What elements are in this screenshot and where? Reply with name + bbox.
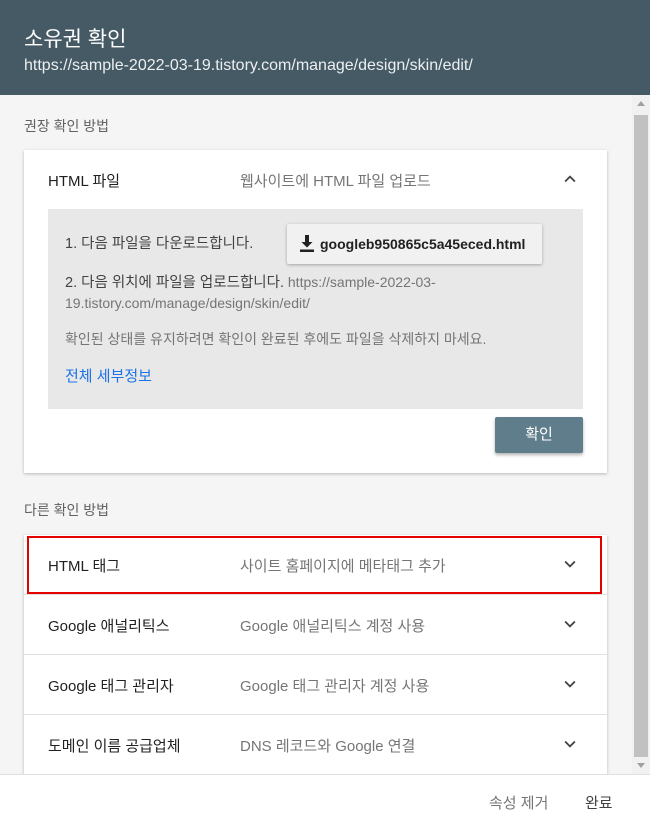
method-description: 웹사이트에 HTML 파일 업로드 — [240, 173, 431, 190]
recommended-section-label: 권장 확인 방법 — [24, 118, 110, 134]
method-row-domain-provider[interactable]: 도메인 이름 공급업체 DNS 레코드와 Google 연결 — [24, 715, 607, 774]
scroll-up-arrow-icon[interactable] — [637, 101, 645, 106]
method-row-google-analytics[interactable]: Google 애널리틱스 Google 애널리틱스 계정 사용 — [24, 595, 607, 655]
method-description: Google 태그 관리자 계정 사용 — [240, 678, 430, 695]
ownership-dialog: 소유권 확인 https://sample-2022-03-19.tistory… — [0, 0, 650, 829]
dialog-header: 소유권 확인 https://sample-2022-03-19.tistory… — [0, 0, 650, 95]
method-name: Google 태그 관리자 — [48, 678, 174, 695]
confirm-button[interactable]: 확인 — [495, 417, 583, 453]
method-description: DNS 레코드와 Google 연결 — [240, 738, 416, 755]
done-button[interactable]: 완료 — [585, 792, 613, 813]
html-tag-highlight-box — [27, 536, 602, 594]
chevron-down-icon[interactable] — [559, 733, 581, 755]
dialog-footer: 속성 제거 완료 — [0, 774, 650, 829]
dialog-body[interactable]: 권장 확인 방법 HTML 파일 웹사이트에 HTML 파일 업로드 1. 다음… — [0, 95, 632, 774]
vertical-scrollbar[interactable] — [632, 95, 650, 774]
step-2-url-line-2: 19.tistory.com/manage/design/skin/edit/ — [65, 295, 310, 311]
recommended-method-card: HTML 파일 웹사이트에 HTML 파일 업로드 1. 다음 파일을 다운로드… — [24, 150, 607, 473]
step-2-url-line-1: https://sample-2022-03- — [287, 274, 436, 290]
dialog-title: 소유권 확인 — [24, 28, 127, 51]
html-file-instructions: 1. 다음 파일을 다운로드합니다. googleb950865c5a45ece… — [48, 209, 583, 409]
method-name: HTML 파일 — [48, 173, 121, 190]
other-section-label: 다른 확인 방법 — [24, 502, 110, 518]
html-file-method-header[interactable]: HTML 파일 웹사이트에 HTML 파일 업로드 — [24, 150, 607, 210]
download-file-label: googleb950865c5a45eced.html — [320, 236, 526, 252]
method-row-google-tag-manager[interactable]: Google 태그 관리자 Google 태그 관리자 계정 사용 — [24, 655, 607, 715]
method-description: Google 애널리틱스 계정 사용 — [240, 618, 426, 635]
keep-file-note: 확인된 상태를 유지하려면 확인이 완료된 후에도 파일을 삭제하지 마세요. — [65, 331, 487, 347]
chevron-down-icon[interactable] — [559, 673, 581, 695]
property-url: https://sample-2022-03-19.tistory.com/ma… — [24, 57, 473, 74]
step-2-label: 2. 다음 위치에 파일을 업로드합니다. — [65, 275, 284, 291]
method-name: 도메인 이름 공급업체 — [48, 738, 181, 755]
full-details-link[interactable]: 전체 세부정보 — [65, 365, 152, 386]
download-file-button[interactable]: googleb950865c5a45eced.html — [287, 224, 542, 264]
chevron-down-icon[interactable] — [559, 613, 581, 635]
chevron-up-icon[interactable] — [559, 168, 581, 190]
step-2-text: 2. 다음 위치에 파일을 업로드합니다. https://sample-202… — [65, 272, 436, 313]
scroll-down-arrow-icon[interactable] — [637, 763, 645, 768]
step-1-text: 1. 다음 파일을 다운로드합니다. — [65, 236, 254, 252]
method-name: Google 애널리틱스 — [48, 618, 170, 635]
download-icon — [300, 235, 314, 252]
scrollbar-thumb[interactable] — [634, 115, 648, 757]
remove-property-button[interactable]: 속성 제거 — [489, 792, 548, 813]
